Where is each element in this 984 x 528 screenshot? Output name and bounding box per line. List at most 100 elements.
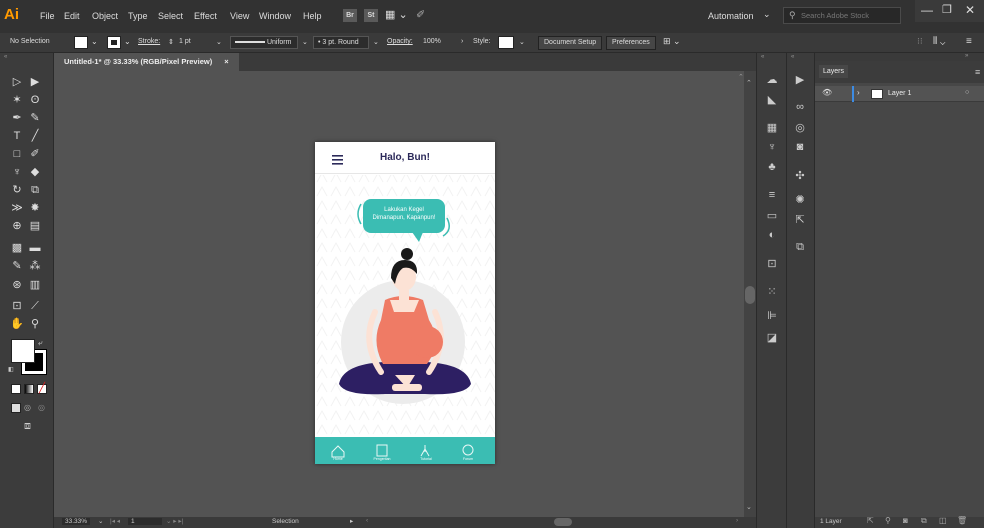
nav-label-tutorial[interactable]: Tutorial bbox=[411, 457, 441, 461]
zoom-field[interactable]: 33.33% bbox=[62, 518, 91, 525]
delete-layer-icon[interactable]: 🗑 bbox=[957, 516, 967, 525]
layers-tab[interactable]: Layers bbox=[819, 65, 849, 78]
stroke-label[interactable]: Stroke: bbox=[138, 38, 160, 45]
chevron-down-icon[interactable]: ⌄ bbox=[98, 517, 103, 525]
scroll-left-icon[interactable]: ‹ bbox=[366, 517, 368, 524]
brush-definition[interactable]: • 3 pt. Round bbox=[313, 36, 369, 49]
new-sublayer-icon[interactable]: ⧉ bbox=[921, 516, 927, 526]
horizontal-scroll-thumb[interactable] bbox=[554, 518, 572, 526]
menu-select[interactable]: Select bbox=[158, 11, 183, 21]
menu-help[interactable]: Help bbox=[303, 11, 322, 21]
symbol-sprayer-tool-icon[interactable]: ⊛ bbox=[10, 278, 24, 292]
libraries-icon[interactable]: ☁ bbox=[764, 73, 780, 86]
curvature-tool-icon[interactable]: ✎ bbox=[28, 111, 42, 125]
draw-behind-icon[interactable]: ◎ bbox=[24, 403, 31, 412]
eraser-tool-icon[interactable]: ◆ bbox=[28, 165, 42, 179]
puppet-warp-tool-icon[interactable]: ✸ bbox=[28, 201, 42, 215]
menu-lines-icon[interactable]: ≡ bbox=[966, 36, 972, 47]
hand-tool-icon[interactable]: ✋ bbox=[10, 317, 24, 331]
chevron-right-icon[interactable]: › bbox=[461, 38, 463, 45]
selection-tool-icon[interactable]: ▷ bbox=[10, 75, 24, 89]
opacity-value[interactable]: 100% bbox=[423, 38, 441, 45]
width-tool-icon[interactable]: ≫ bbox=[10, 201, 24, 215]
perspective-grid-tool-icon[interactable]: ▤ bbox=[28, 219, 42, 233]
minimize-icon[interactable]: — bbox=[921, 3, 933, 17]
vertical-scroll-thumb[interactable] bbox=[745, 286, 755, 304]
nav-label-home[interactable]: Home bbox=[323, 457, 353, 461]
clipping-mask-icon[interactable]: ◙ bbox=[903, 516, 908, 525]
layer-row[interactable]: 👁 › Layer 1 ○ bbox=[815, 86, 984, 102]
lasso-tool-icon[interactable]: ʘ bbox=[28, 93, 42, 107]
document-setup-button[interactable]: Document Setup bbox=[538, 36, 603, 50]
stroke-stepper-icon[interactable]: ⇕ bbox=[168, 38, 174, 46]
transparency-icon[interactable]: ◐ bbox=[764, 229, 780, 241]
chevron-down-icon[interactable]: ⌄ bbox=[302, 38, 308, 46]
brushes-icon[interactable]: ♆ bbox=[764, 141, 780, 153]
gpu-performance-icon[interactable]: ✐ bbox=[416, 8, 425, 21]
first-artboard-icon[interactable]: |◂ ◂ bbox=[110, 517, 120, 525]
scroll-down-icon[interactable]: ⌄ bbox=[746, 503, 752, 511]
rotate-tool-icon[interactable]: ↻ bbox=[10, 183, 24, 197]
screen-mode-icon[interactable]: ⧈ bbox=[24, 420, 31, 433]
bridge-button[interactable]: Br bbox=[343, 9, 357, 22]
pen-tool-icon[interactable]: ✒ bbox=[10, 111, 24, 125]
export-selection-icon[interactable]: ⇱ bbox=[867, 516, 874, 525]
artboards-icon[interactable]: ⊡ bbox=[764, 257, 780, 270]
close-tab-icon[interactable]: × bbox=[224, 57, 228, 66]
paintbrush-tool-icon[interactable]: ✐ bbox=[28, 147, 42, 161]
menu-file[interactable]: File bbox=[40, 11, 55, 21]
color-guide-icon[interactable]: ▦ bbox=[764, 121, 780, 134]
mesh-tool-icon[interactable]: ▩ bbox=[10, 241, 24, 255]
chevron-down-icon[interactable]: ⌄ bbox=[373, 38, 379, 46]
graphic-style-swatch[interactable] bbox=[498, 36, 514, 49]
gradient-tool-icon[interactable]: ▬ bbox=[28, 241, 42, 255]
opacity-label[interactable]: Opacity: bbox=[387, 38, 413, 45]
chevron-down-icon[interactable]: ⌄ bbox=[519, 38, 525, 46]
scroll-up-icon[interactable]: ⌃ bbox=[738, 73, 744, 81]
chevron-down-icon[interactable]: ⌄ bbox=[216, 38, 222, 46]
collapse-icon[interactable]: « bbox=[761, 54, 764, 60]
align-icon[interactable]: ⫴ ⌄ bbox=[933, 36, 945, 47]
export-icon[interactable]: ⇱ bbox=[792, 213, 808, 226]
shape-builder-tool-icon[interactable]: ⊕ bbox=[10, 219, 24, 233]
new-layer-icon[interactable]: ◫ bbox=[939, 516, 947, 525]
blend-tool-icon[interactable]: ⁂ bbox=[28, 259, 42, 273]
menu-effect[interactable]: Effect bbox=[194, 11, 217, 21]
menu-object[interactable]: Object bbox=[92, 11, 118, 21]
menu-edit[interactable]: Edit bbox=[64, 11, 80, 21]
gradient-panel-icon[interactable]: ▭ bbox=[764, 209, 780, 222]
vertical-scrollbar[interactable]: ⌃ ⌄ bbox=[744, 71, 756, 517]
locate-object-icon[interactable]: ⚲ bbox=[885, 516, 891, 525]
search-field[interactable]: ⚲ Search Adobe Stock bbox=[783, 7, 901, 24]
artboard-tool-icon[interactable]: ⊡ bbox=[10, 299, 24, 313]
type-tool-icon[interactable]: T bbox=[10, 129, 24, 143]
nav-label-forum[interactable]: Forum bbox=[453, 457, 483, 461]
symbols-icon[interactable]: ♣ bbox=[764, 161, 780, 173]
menu-type[interactable]: Type bbox=[128, 11, 148, 21]
properties-icon[interactable]: ◣ bbox=[764, 93, 780, 106]
magic-wand-tool-icon[interactable]: ✶ bbox=[10, 93, 24, 107]
column-graph-tool-icon[interactable]: ▥ bbox=[28, 278, 42, 292]
draw-inside-icon[interactable]: ◎ bbox=[38, 403, 45, 412]
artboard[interactable]: Halo, Bun! Lakukan Kegel Dimanapun, Kapa… bbox=[315, 142, 495, 464]
stroke-value[interactable]: 1 pt bbox=[179, 38, 191, 45]
zoom-tool-icon[interactable]: ⚲ bbox=[28, 317, 42, 331]
collapse-icon[interactable]: « bbox=[791, 54, 794, 60]
actions-icon[interactable]: ▶ bbox=[792, 73, 808, 86]
pathfinder-icon[interactable]: ◪ bbox=[764, 331, 780, 344]
slice-tool-icon[interactable]: ⟋ bbox=[28, 299, 42, 313]
chevron-down-icon[interactable]: ⌄ bbox=[91, 37, 98, 46]
collapse-icon[interactable]: « bbox=[4, 54, 7, 60]
document-tab[interactable]: Untitled-1* @ 33.33% (RGB/Pixel Preview)… bbox=[54, 53, 239, 71]
asset-export-icon[interactable]: ⧉ bbox=[792, 241, 808, 254]
scale-tool-icon[interactable]: ⧉ bbox=[28, 183, 42, 197]
menu-window[interactable]: Window bbox=[259, 11, 291, 21]
draw-normal-icon[interactable] bbox=[11, 403, 21, 413]
collapse-icon[interactable]: » bbox=[965, 53, 968, 59]
document-info-icon[interactable]: ◙ bbox=[792, 141, 808, 153]
stroke-swatch[interactable] bbox=[107, 36, 121, 49]
arrange-documents-icon[interactable]: ▦ ⌄ bbox=[385, 8, 408, 21]
stock-button[interactable]: St bbox=[364, 9, 378, 22]
chevron-down-icon[interactable]: ⌄ bbox=[124, 37, 131, 46]
line-tool-icon[interactable]: ╱ bbox=[28, 129, 42, 143]
